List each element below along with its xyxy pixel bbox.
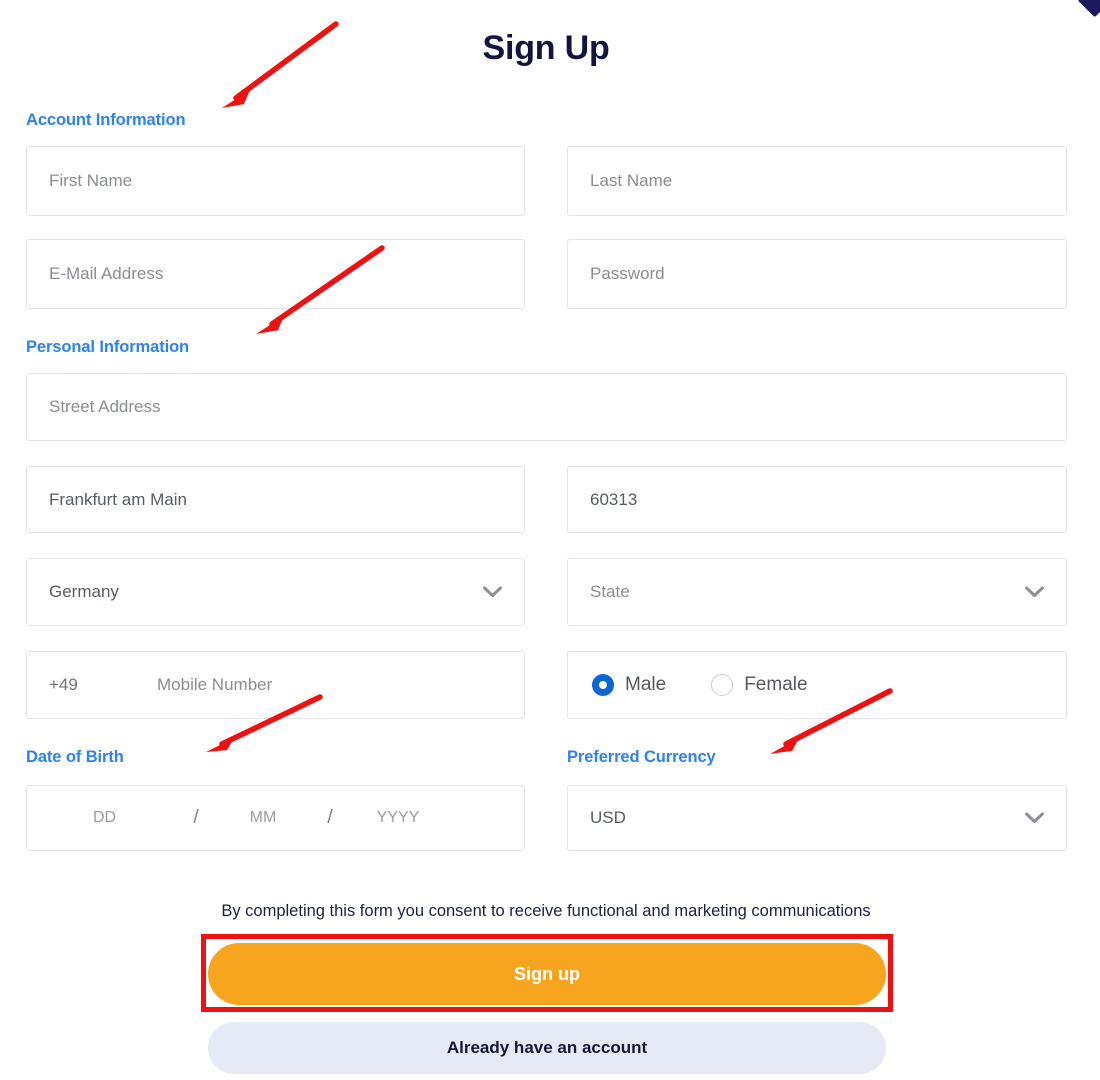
zip-code-value: 60313 xyxy=(590,489,638,509)
password-placeholder: Password xyxy=(590,264,665,283)
country-select[interactable]: Germany xyxy=(26,558,525,626)
mobile-number-field[interactable]: +49 Mobile Number xyxy=(26,651,525,719)
page-title: Sign Up xyxy=(482,29,610,67)
already-have-account-button[interactable]: Already have an account xyxy=(208,1022,886,1074)
state-select[interactable]: State xyxy=(567,558,1067,626)
city-field[interactable]: Frankfurt am Main xyxy=(26,466,525,533)
first-name-placeholder: First Name xyxy=(49,171,133,190)
signup-page: Sign Up Account Information First Name L… xyxy=(0,0,1100,1080)
first-name-field[interactable]: First Name xyxy=(26,146,525,216)
last-name-field[interactable]: Last Name xyxy=(567,146,1067,216)
zip-code-field[interactable]: 60313 xyxy=(567,466,1067,533)
sign-up-button[interactable]: Sign up xyxy=(208,943,886,1005)
chevron-down-icon[interactable] xyxy=(1025,586,1044,598)
date-of-birth-field[interactable]: DD / MM / YYYY xyxy=(26,785,525,851)
country-value: Germany xyxy=(49,582,119,601)
mobile-number-placeholder: Mobile Number xyxy=(157,675,273,694)
chevron-down-icon[interactable] xyxy=(483,586,502,598)
street-address-field[interactable]: Street Address xyxy=(26,373,1067,441)
section-heading-personal-information: Personal Information xyxy=(26,338,190,356)
gender-male-label: Male xyxy=(625,674,667,695)
section-heading-preferred-currency: Preferred Currency xyxy=(567,748,716,766)
phone-country-prefix: +49 xyxy=(49,675,78,694)
radio-unselected-icon[interactable] xyxy=(711,674,734,696)
gender-female-label: Female xyxy=(744,674,808,695)
email-field[interactable]: E-Mail Address xyxy=(26,239,525,309)
dob-month-input[interactable]: MM xyxy=(210,809,316,827)
email-placeholder: E-Mail Address xyxy=(49,264,164,283)
state-value: State xyxy=(590,582,630,601)
radio-selected-icon[interactable] xyxy=(592,674,614,696)
gender-option-female[interactable]: Female xyxy=(711,674,808,696)
section-heading-date-of-birth: Date of Birth xyxy=(26,748,124,766)
dob-separator: / xyxy=(193,807,199,828)
dob-year-input[interactable]: YYYY xyxy=(344,809,452,827)
section-heading-account-information: Account Information xyxy=(26,111,186,129)
city-value: Frankfurt am Main xyxy=(49,489,187,509)
last-name-placeholder: Last Name xyxy=(590,171,673,190)
corner-decoration xyxy=(1077,0,1100,18)
currency-value: USD xyxy=(590,808,626,827)
consent-text: By completing this form you consent to r… xyxy=(221,902,871,920)
street-address-placeholder: Street Address xyxy=(49,397,161,416)
gender-option-male[interactable]: Male xyxy=(592,674,666,696)
gender-field[interactable]: Male Female xyxy=(567,651,1067,719)
dob-day-input[interactable]: DD xyxy=(27,809,182,827)
chevron-down-icon[interactable] xyxy=(1025,812,1044,824)
password-field[interactable]: Password xyxy=(567,239,1067,309)
currency-select[interactable]: USD xyxy=(567,785,1067,851)
dob-separator: / xyxy=(327,807,333,828)
